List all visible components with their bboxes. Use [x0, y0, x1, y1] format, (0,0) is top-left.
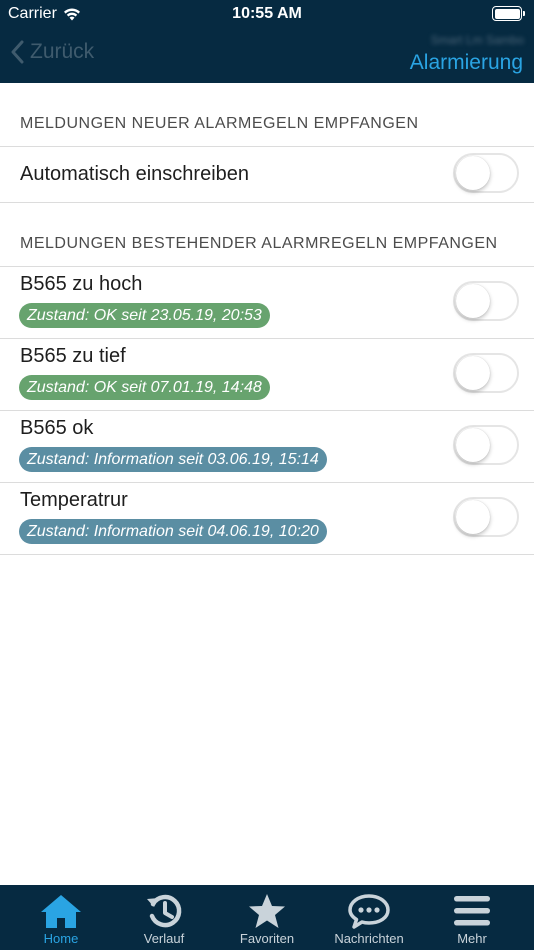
chevron-left-icon — [11, 40, 24, 64]
status-bar: Carrier 10:55 AM — [0, 0, 534, 28]
battery-icon — [492, 6, 525, 21]
alarm-rule-label: B565 zu hoch — [20, 273, 143, 295]
alarm-rule-toggle[interactable] — [453, 281, 519, 321]
section-header-existing-rules: MELDUNGEN BESTEHENDER ALARMREGELN EMPFAN… — [20, 235, 498, 252]
chat-bubble-icon — [348, 894, 390, 929]
tab-label: Mehr — [457, 931, 487, 946]
back-button[interactable]: Zurück — [10, 40, 94, 64]
section-header-new-rules: MELDUNGEN NEUER ALARMEGELN EMPFANGEN — [20, 115, 419, 132]
divider — [0, 554, 534, 555]
alarm-rule-label: B565 zu tief — [20, 345, 126, 367]
toggle-knob — [456, 284, 490, 318]
alarm-rule-row: B565 ok Zustand: Information seit 03.06.… — [0, 411, 534, 482]
status-badge: Zustand: Information seit 04.06.19, 10:2… — [19, 519, 327, 544]
tab-history[interactable]: Verlauf — [111, 885, 217, 950]
alarm-rule-toggle[interactable] — [453, 425, 519, 465]
status-badge: Zustand: OK seit 07.01.19, 14:48 — [19, 375, 270, 400]
page-title: Alarmierung — [409, 51, 523, 74]
tab-bar: Home Verlauf Favoriten Nachrichten Mehr — [0, 885, 534, 950]
auto-subscribe-row: Automatisch einschreiben — [0, 147, 534, 202]
back-label: Zurück — [30, 40, 95, 63]
tab-favorites[interactable]: Favoriten — [214, 885, 320, 950]
status-badge: Zustand: OK seit 23.05.19, 20:53 — [19, 303, 270, 328]
tab-more[interactable]: Mehr — [419, 885, 525, 950]
toggle-knob — [456, 356, 490, 390]
alarm-rule-label: Temperatrur — [20, 489, 128, 511]
tab-label: Verlauf — [143, 931, 185, 946]
tab-home[interactable]: Home — [8, 885, 114, 950]
history-icon — [147, 894, 182, 928]
home-icon — [41, 895, 81, 928]
status-time: 10:55 AM — [232, 5, 302, 22]
navigation-header: Carrier 10:55 AM Zurück Smart Lm Sambo A… — [0, 0, 534, 83]
nav-subtitle: Smart Lm Sambo — [430, 33, 524, 47]
menu-icon — [454, 896, 490, 926]
status-badge: Zustand: Information seit 03.06.19, 15:1… — [19, 447, 327, 472]
tab-label: Nachrichten — [334, 931, 404, 946]
auto-subscribe-label: Automatisch einschreiben — [20, 163, 250, 185]
tab-label: Favoriten — [239, 931, 295, 946]
alarm-rule-row: B565 zu hoch Zustand: OK seit 23.05.19, … — [0, 267, 534, 338]
alarm-rule-label: B565 ok — [20, 417, 94, 439]
divider — [0, 202, 534, 203]
toggle-knob — [456, 500, 490, 534]
toggle-knob — [456, 428, 490, 462]
star-icon — [249, 894, 285, 928]
alarm-rule-toggle[interactable] — [453, 353, 519, 393]
toggle-knob — [456, 156, 490, 190]
tab-label: Home — [43, 931, 79, 946]
alarm-rule-row: B565 zu tief Zustand: OK seit 07.01.19, … — [0, 339, 534, 410]
alarm-rule-toggle[interactable] — [453, 497, 519, 537]
tab-messages[interactable]: Nachrichten — [316, 885, 422, 950]
auto-subscribe-toggle[interactable] — [453, 153, 519, 193]
alarm-rule-row: Temperatrur Zustand: Information seit 04… — [0, 483, 534, 554]
